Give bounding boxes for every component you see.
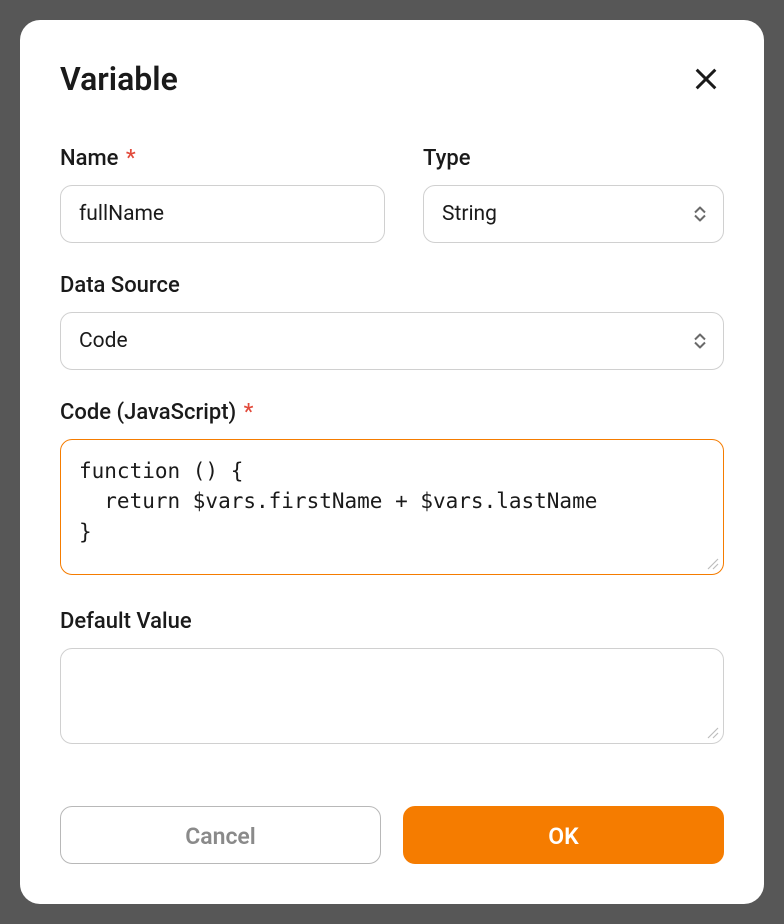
default-value-textarea[interactable] bbox=[60, 648, 724, 744]
data-source-select-wrapper: Code bbox=[60, 312, 724, 370]
dialog-footer: Cancel OK bbox=[60, 806, 724, 864]
dialog-title: Variable bbox=[60, 60, 178, 98]
ok-button[interactable]: OK bbox=[403, 806, 724, 864]
name-group: Name * bbox=[60, 146, 385, 243]
close-button[interactable] bbox=[688, 61, 724, 97]
type-select-wrapper: String bbox=[423, 185, 724, 243]
data-source-select[interactable]: Code bbox=[60, 312, 724, 370]
name-label: Name * bbox=[60, 146, 385, 171]
dialog-header: Variable bbox=[60, 60, 724, 98]
default-value-group: Default Value bbox=[60, 609, 724, 748]
default-value-label: Default Value bbox=[60, 609, 724, 634]
name-label-text: Name bbox=[60, 146, 118, 171]
type-label: Type bbox=[423, 146, 724, 171]
type-select[interactable]: String bbox=[423, 185, 724, 243]
form-body: Name * Type String Data Source bbox=[60, 146, 724, 864]
code-textarea-wrapper: function () { return $vars.firstName + $… bbox=[60, 439, 724, 579]
required-asterisk: * bbox=[238, 400, 253, 425]
name-type-row: Name * Type String bbox=[60, 146, 724, 243]
type-group: Type String bbox=[423, 146, 724, 243]
close-icon bbox=[692, 65, 720, 93]
required-asterisk: * bbox=[120, 146, 135, 171]
code-label-text: Code (JavaScript) bbox=[60, 400, 236, 425]
variable-dialog: Variable Name * Type String bbox=[20, 20, 764, 904]
code-textarea[interactable]: function () { return $vars.firstName + $… bbox=[60, 439, 724, 575]
name-input[interactable] bbox=[60, 185, 385, 243]
cancel-button[interactable]: Cancel bbox=[60, 806, 381, 864]
default-value-textarea-wrapper bbox=[60, 648, 724, 748]
data-source-group: Data Source Code bbox=[60, 273, 724, 370]
data-source-label: Data Source bbox=[60, 273, 724, 298]
code-group: Code (JavaScript) * function () { return… bbox=[60, 400, 724, 579]
code-label: Code (JavaScript) * bbox=[60, 400, 724, 425]
